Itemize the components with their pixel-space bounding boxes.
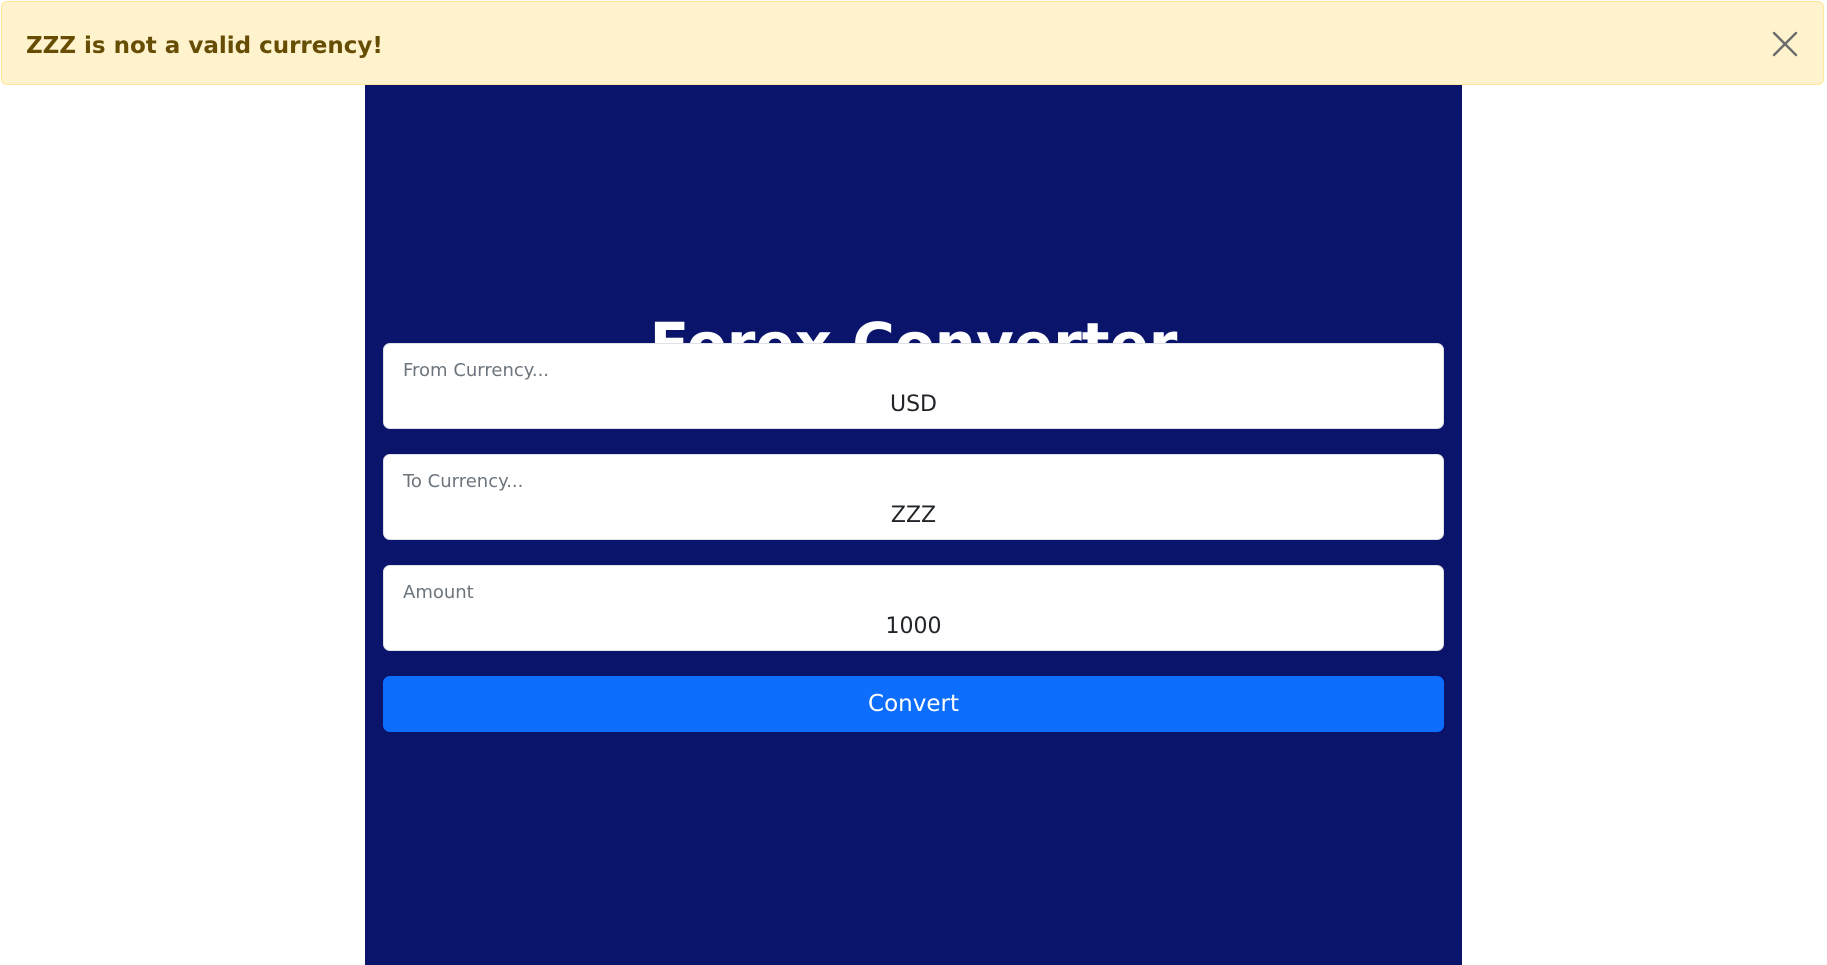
amount-label: Amount <box>403 582 474 603</box>
page: ZZZ is not a valid currency! Forex Conve… <box>0 0 1827 965</box>
amount-input[interactable] <box>384 610 1443 642</box>
warning-alert: ZZZ is not a valid currency! <box>1 1 1824 85</box>
alert-close-button[interactable] <box>1765 24 1805 64</box>
to-currency-label: To Currency... <box>403 471 524 492</box>
to-currency-field[interactable]: To Currency... <box>383 454 1444 540</box>
from-currency-field[interactable]: From Currency... <box>383 343 1444 429</box>
converter-panel: Forex Converter From Currency... To Curr… <box>365 85 1462 965</box>
close-icon <box>1772 31 1798 57</box>
convert-button[interactable]: Convert <box>383 676 1444 732</box>
from-currency-input[interactable] <box>384 388 1443 420</box>
from-currency-label: From Currency... <box>403 360 550 381</box>
alert-message: ZZZ is not a valid currency! <box>26 33 383 59</box>
amount-field[interactable]: Amount <box>383 565 1444 651</box>
to-currency-input[interactable] <box>384 499 1443 531</box>
